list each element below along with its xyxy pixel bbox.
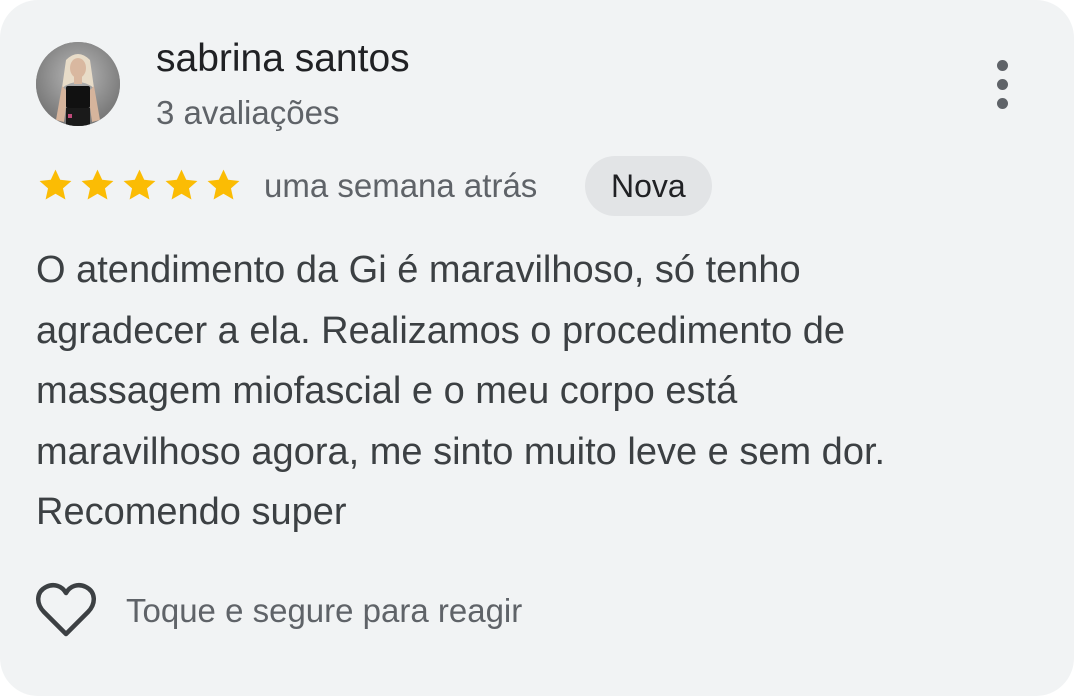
review-text-line: massagem miofascial e o meu corpo está xyxy=(36,370,738,412)
star-filled-icon xyxy=(207,169,240,200)
more-vert-icon xyxy=(996,59,1008,71)
review-text-line: O atendimento da Gi é maravilhoso, só te… xyxy=(36,249,801,291)
heart-outline-icon xyxy=(36,583,96,637)
star-rating xyxy=(36,164,243,206)
review-time: uma semana atrás xyxy=(264,167,538,204)
review-text-line: agradecer a ela. Realizamos o procedimen… xyxy=(36,309,846,352)
review-card: sabrina santos 3 avaliações uma semana a… xyxy=(0,0,1074,696)
react-hint: Toque e segure para reagir xyxy=(126,592,523,629)
avatar-photo xyxy=(36,42,120,126)
star-filled-icon xyxy=(39,169,72,200)
star-filled-icon xyxy=(165,169,198,200)
avatar[interactable] xyxy=(36,42,120,126)
more-options-button[interactable] xyxy=(976,52,1028,116)
react-button[interactable] xyxy=(34,580,98,640)
review-text[interactable]: O atendimento da Gi é maravilhoso, só te… xyxy=(36,240,1036,543)
reviewer-reviews-count: 3 avaliações xyxy=(156,94,340,131)
review-text-line: Recomendo super xyxy=(36,491,347,533)
new-badge: Nova xyxy=(585,156,712,216)
review-text-line: maravilhoso agora, me sinto muito leve e… xyxy=(36,430,886,473)
more-vert-icon-dot xyxy=(996,97,1008,109)
star-filled-icon xyxy=(81,169,114,200)
reviewer-name[interactable]: sabrina santos xyxy=(156,36,410,82)
more-vert-icon-dot xyxy=(996,78,1008,90)
star-filled-icon xyxy=(123,169,156,200)
